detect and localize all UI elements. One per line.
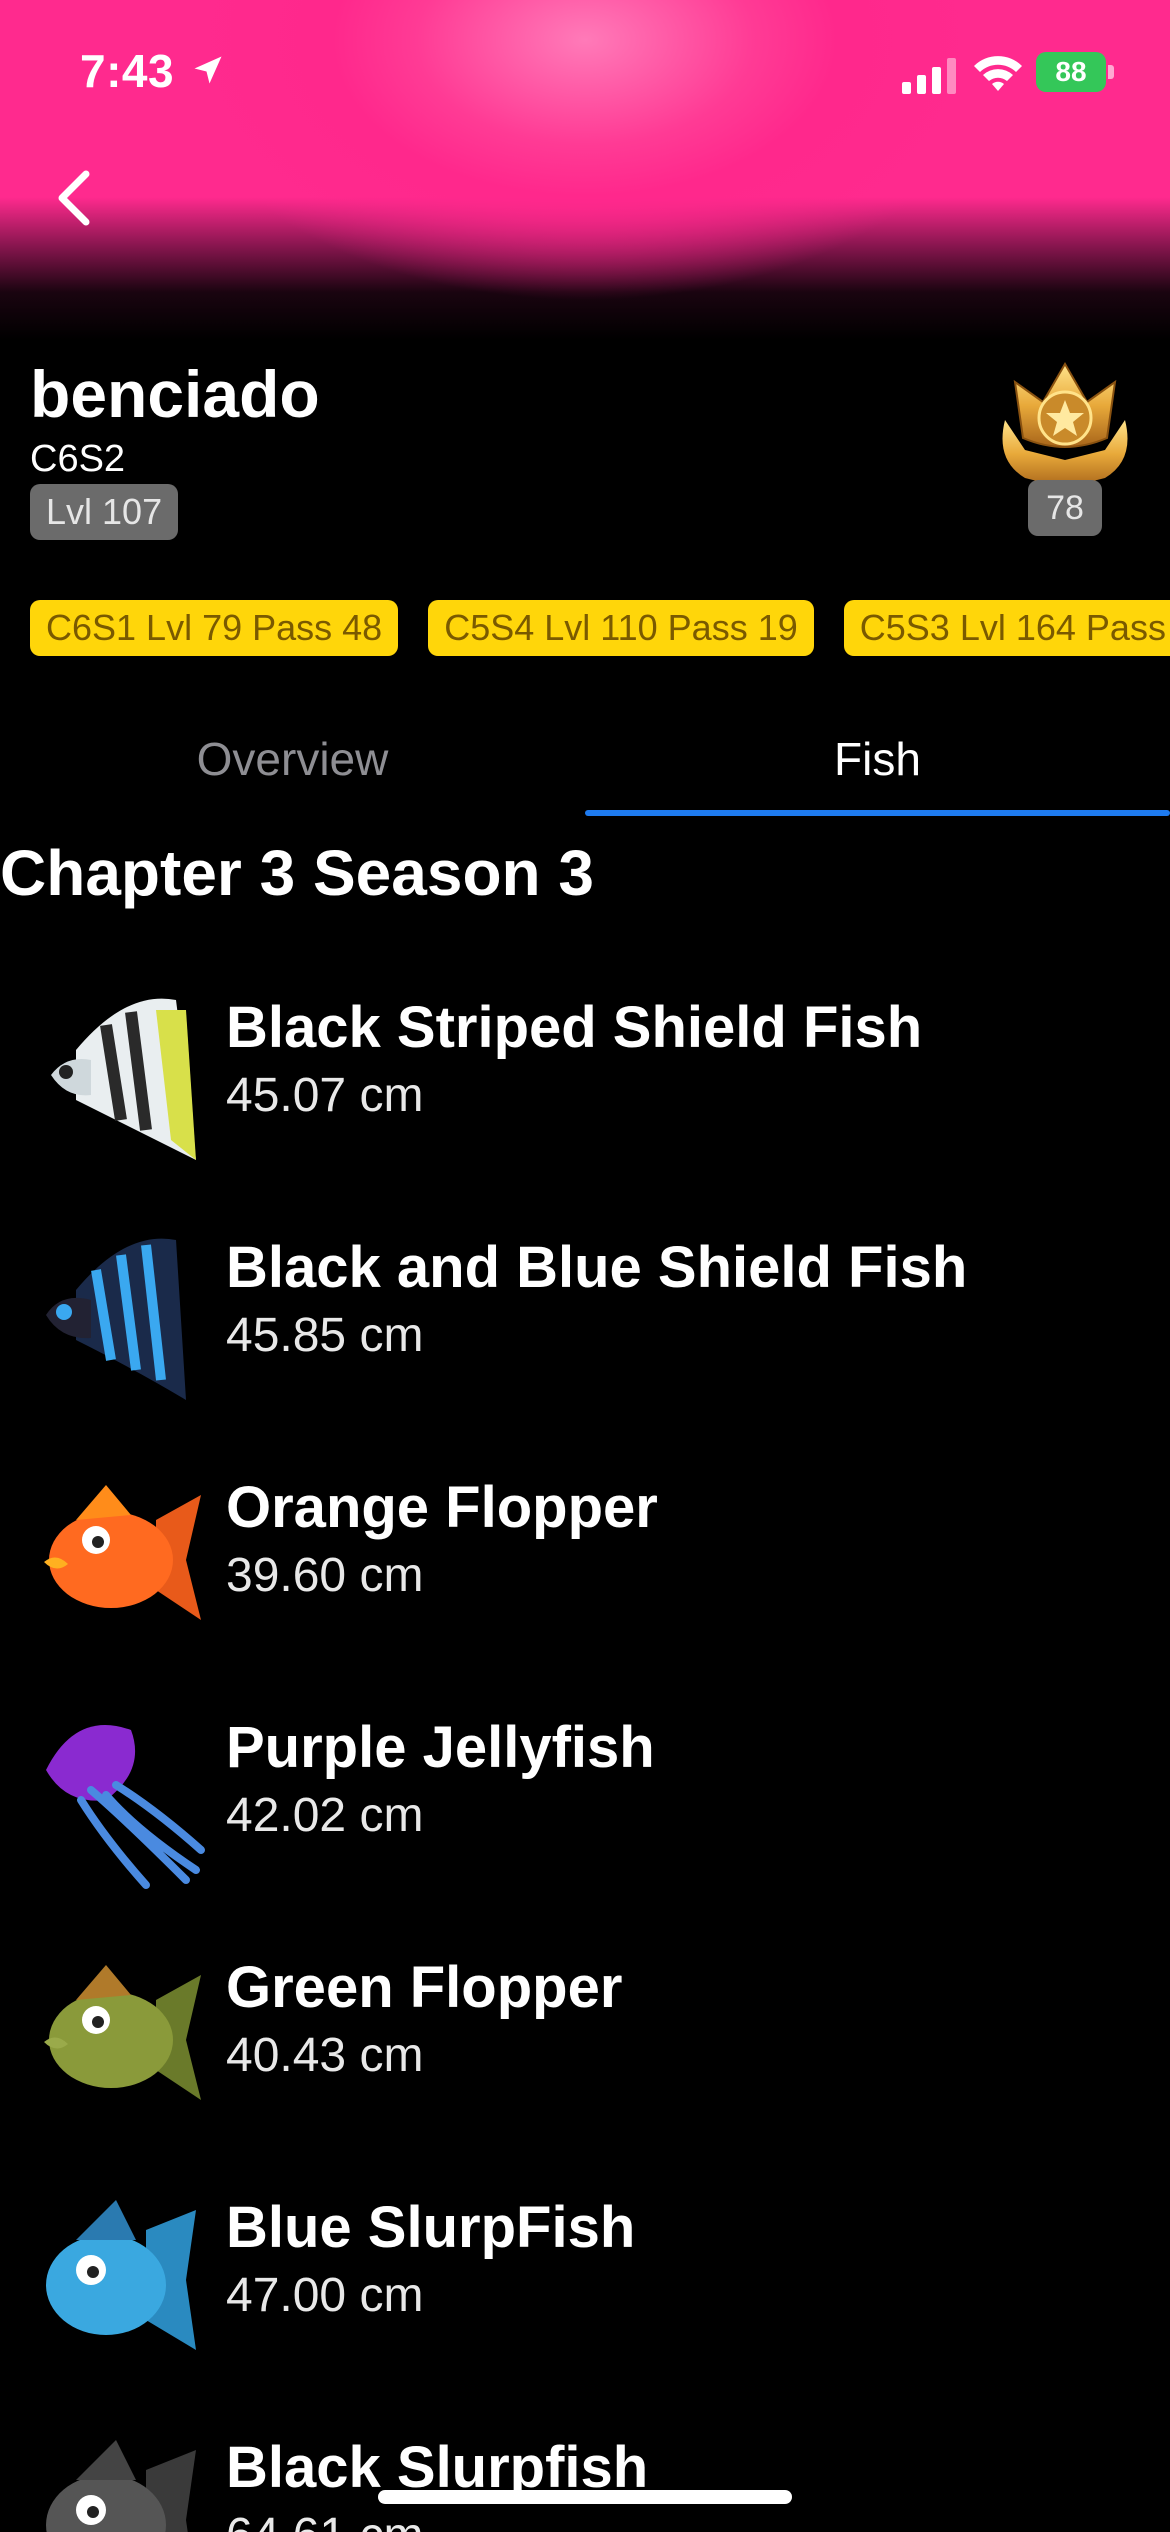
status-bar: 7:43 88 — [0, 0, 1170, 150]
back-button[interactable] — [50, 168, 100, 228]
orange-flopper-icon — [44, 1485, 201, 1620]
fish-size: 45.85 cm — [226, 1309, 424, 1362]
fish-name: Green Flopper — [226, 1955, 623, 2020]
fish-size: 45.07 cm — [226, 1069, 424, 1122]
location-arrow-icon — [194, 56, 222, 84]
fish-size: 47.00 cm — [226, 2269, 424, 2322]
list-item[interactable]: Orange Flopper 39.60 cm — [0, 1450, 1170, 1690]
fish-name: Purple Jellyfish — [226, 1715, 655, 1780]
pass-chip[interactable]: C5S4 Lvl 110 Pass 19 — [428, 600, 814, 656]
green-flopper-icon — [44, 1965, 201, 2100]
crown-count: 78 — [1028, 480, 1102, 536]
tab-overview[interactable]: Overview — [0, 700, 585, 818]
fish-size: 40.43 cm — [226, 2029, 424, 2082]
fish-name: Blue SlurpFish — [226, 2195, 636, 2260]
list-item[interactable]: Black and Blue Shield Fish 45.85 cm — [0, 1210, 1170, 1450]
black-striped-shield-fish-icon — [51, 998, 196, 1160]
home-indicator[interactable] — [378, 2490, 792, 2504]
battery-indicator: 88 — [1036, 52, 1114, 92]
black-and-blue-shield-fish-icon — [46, 1238, 186, 1400]
level-badge: Lvl 107 — [30, 484, 179, 540]
pass-chip[interactable]: C5S3 Lvl 164 Pass — [843, 600, 1170, 656]
wifi-icon — [974, 56, 1022, 91]
fish-size: 39.60 cm — [226, 1549, 424, 1602]
pass-history-chips: C6S1 Lvl 79 Pass 48 C5S4 Lvl 110 Pass 19 C… — [30, 600, 1170, 656]
list-item[interactable]: Green Flopper 40.43 cm — [0, 1930, 1170, 2170]
list-item[interactable]: Black Slurpfish 64.61 cm — [0, 2410, 1170, 2532]
tab-fish[interactable]: Fish — [585, 700, 1170, 818]
cellular-signal-icon — [902, 58, 956, 94]
list-item[interactable]: Purple Jellyfish 42.02 cm — [0, 1690, 1170, 1930]
pass-chip[interactable]: C6S1 Lvl 79 Pass 48 — [30, 600, 399, 656]
battle-pass-crown-icon — [1002, 362, 1128, 488]
fish-size: 42.02 cm — [226, 1789, 424, 1842]
battery-level: 88 — [1036, 52, 1106, 92]
tab-bar: Overview Fish — [0, 700, 1170, 820]
list-item[interactable]: Blue SlurpFish 47.00 cm — [0, 2170, 1170, 2410]
fish-name: Orange Flopper — [226, 1475, 658, 1540]
status-time: 7:43 — [80, 45, 175, 97]
blue-slurpfish-icon — [46, 2200, 196, 2350]
fish-size: 64.61 cm — [226, 2508, 423, 2532]
username: benciado — [30, 357, 320, 431]
black-slurpfish-icon — [46, 2440, 196, 2532]
current-season: C6S2 — [30, 438, 126, 480]
purple-jellyfish-icon — [46, 1725, 205, 1889]
battery-cap — [1108, 65, 1114, 79]
list-item[interactable]: Black Striped Shield Fish 45.07 cm — [0, 970, 1170, 1210]
fish-name: Black and Blue Shield Fish — [226, 1235, 968, 1300]
active-tab-indicator — [585, 810, 1170, 816]
fish-name: Black Striped Shield Fish — [226, 995, 923, 1060]
section-title: Chapter 3 Season 3 — [0, 837, 594, 909]
